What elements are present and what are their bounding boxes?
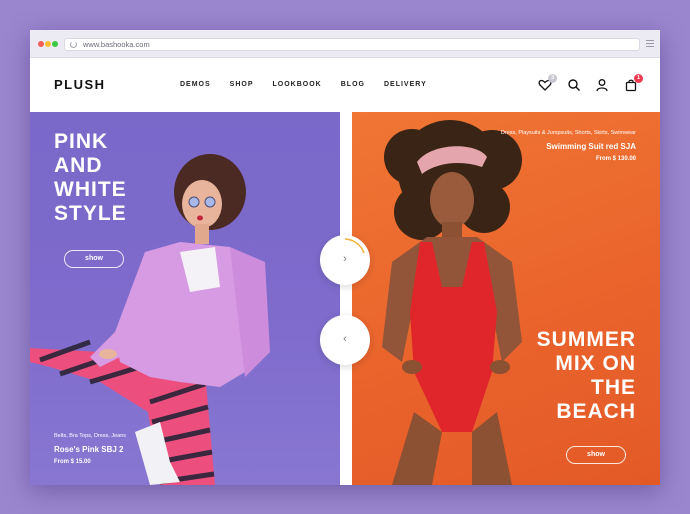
nav-item-demos[interactable]: DEMOS xyxy=(180,81,211,88)
reload-icon[interactable] xyxy=(70,41,77,48)
left-hero-title: PINK AND WHITE STYLE xyxy=(54,130,127,226)
search-button[interactable] xyxy=(567,78,581,92)
right-title-line-4: BEACH xyxy=(556,400,636,423)
left-title-line-2: AND xyxy=(54,154,103,177)
left-product-name[interactable]: Rose's Pink SBJ 2 xyxy=(54,445,124,454)
nav-item-lookbook[interactable]: LOOKBOOK xyxy=(273,81,322,88)
search-icon xyxy=(568,79,580,91)
main-nav: DEMOS SHOP LOOKBOOK BLOG DELIVERY xyxy=(180,81,446,88)
slider-next-button[interactable]: › xyxy=(320,235,370,285)
right-hero-title: SUMMER MIX ON THE BEACH xyxy=(537,328,636,424)
minimize-window-icon[interactable] xyxy=(45,41,51,47)
model-red-swimsuit-image xyxy=(382,120,522,485)
right-title-line-3: THE xyxy=(591,376,636,399)
site-logo[interactable]: PLUSH xyxy=(54,77,106,92)
wishlist-count-badge: 3 xyxy=(548,74,557,83)
chevron-left-icon: ‹ xyxy=(343,333,347,345)
slider-prev-button[interactable]: ‹ xyxy=(320,315,370,365)
url-text: www.bashooka.com xyxy=(83,40,150,49)
left-product-categories[interactable]: Belts, Bra Tops, Dress, Jeans xyxy=(54,433,126,439)
browser-menu-icon[interactable] xyxy=(646,40,654,48)
browser-window: www.bashooka.com PLUSH DEMOS SHOP LOOKBO… xyxy=(30,30,660,485)
nav-item-delivery[interactable]: DELIVERY xyxy=(384,81,427,88)
left-title-line-4: STYLE xyxy=(54,202,127,225)
right-title-line-1: SUMMER xyxy=(536,328,636,351)
left-hero-slide: PINK AND WHITE STYLE show Belts, Bra Top… xyxy=(30,112,340,485)
right-product-price: From $ 130.00 xyxy=(595,156,636,162)
autoplay-progress-icon xyxy=(344,238,365,254)
right-product-categories[interactable]: Dress, Playsuits & Jumpsuits, Shorts, Sk… xyxy=(501,130,636,136)
left-product-price: From $ 15.00 xyxy=(54,459,91,465)
nav-item-blog[interactable]: BLOG xyxy=(341,81,365,88)
right-title-line-2: MIX ON xyxy=(555,352,636,375)
wishlist-button[interactable]: 3 xyxy=(538,74,557,92)
left-title-line-1: PINK xyxy=(54,130,109,153)
browser-toolbar: www.bashooka.com xyxy=(30,30,660,58)
left-title-line-3: WHITE xyxy=(54,178,127,201)
cart-count-badge: 1 xyxy=(634,74,643,83)
left-show-button[interactable]: show xyxy=(64,250,124,268)
right-show-button[interactable]: show xyxy=(566,446,626,464)
nav-item-shop[interactable]: SHOP xyxy=(230,81,254,88)
right-product-name[interactable]: Swimming Suit red SJA xyxy=(546,142,636,151)
cart-button[interactable]: 1 xyxy=(624,74,643,92)
close-window-icon[interactable] xyxy=(38,41,44,47)
slide-divider xyxy=(340,112,352,485)
user-icon xyxy=(596,79,608,92)
site-header: PLUSH DEMOS SHOP LOOKBOOK BLOG DELIVERY … xyxy=(30,58,660,112)
maximize-window-icon[interactable] xyxy=(52,41,58,47)
right-hero-slide: Dress, Playsuits & Jumpsuits, Shorts, Sk… xyxy=(352,112,660,485)
address-bar[interactable]: www.bashooka.com xyxy=(64,38,640,51)
account-button[interactable] xyxy=(595,78,609,92)
